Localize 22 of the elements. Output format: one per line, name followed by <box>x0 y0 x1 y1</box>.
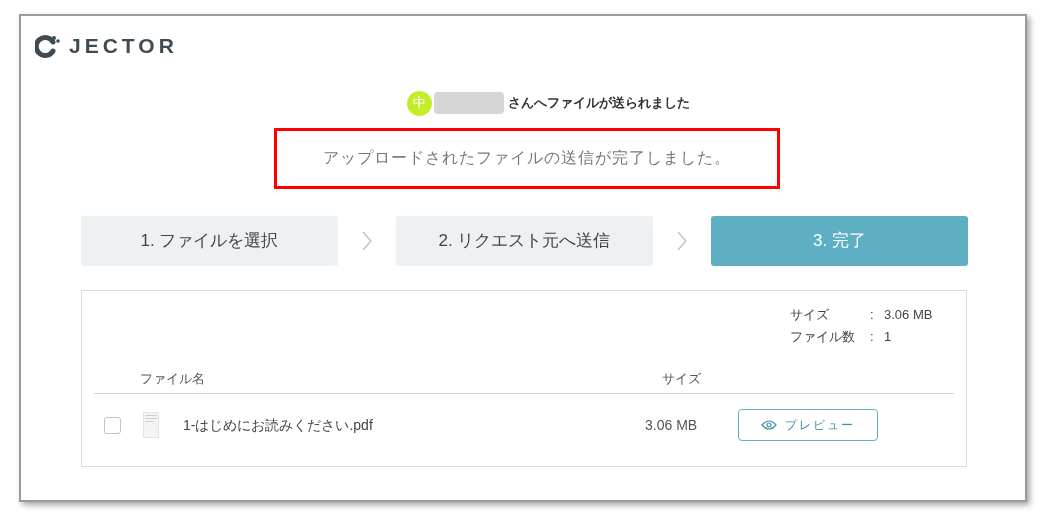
avatar: 中 <box>406 90 432 116</box>
summary-value: 3.06 MB <box>884 305 934 324</box>
summary-value: 1 <box>884 328 893 346</box>
chevron-icon <box>362 230 372 251</box>
file-size: 3.06 MB <box>645 415 699 435</box>
summary-label: サイズ <box>790 305 830 324</box>
redacted-name <box>433 92 504 114</box>
logo-text: JECTOR <box>69 33 178 59</box>
summary-separator: : <box>870 328 875 346</box>
column-header: サイズ <box>662 369 701 388</box>
summary-separator: : <box>870 305 875 324</box>
notice-text: アップロードされたファイルの送信が完了しました。 <box>323 148 731 168</box>
recipient-message: さんへファイルが送られました <box>507 94 690 113</box>
logo-icon <box>35 33 61 58</box>
column-header: ファイル名 <box>140 369 206 388</box>
chevron-icon <box>677 230 687 251</box>
summary-label: ファイル数 <box>790 328 856 346</box>
preview-button[interactable]: プレビュー <box>738 409 878 441</box>
file-name: 1-はじめにお読みください.pdf <box>183 415 374 435</box>
checkbox[interactable] <box>104 416 121 434</box>
eye-icon <box>761 420 777 430</box>
file-thumbnail-icon <box>143 412 159 438</box>
